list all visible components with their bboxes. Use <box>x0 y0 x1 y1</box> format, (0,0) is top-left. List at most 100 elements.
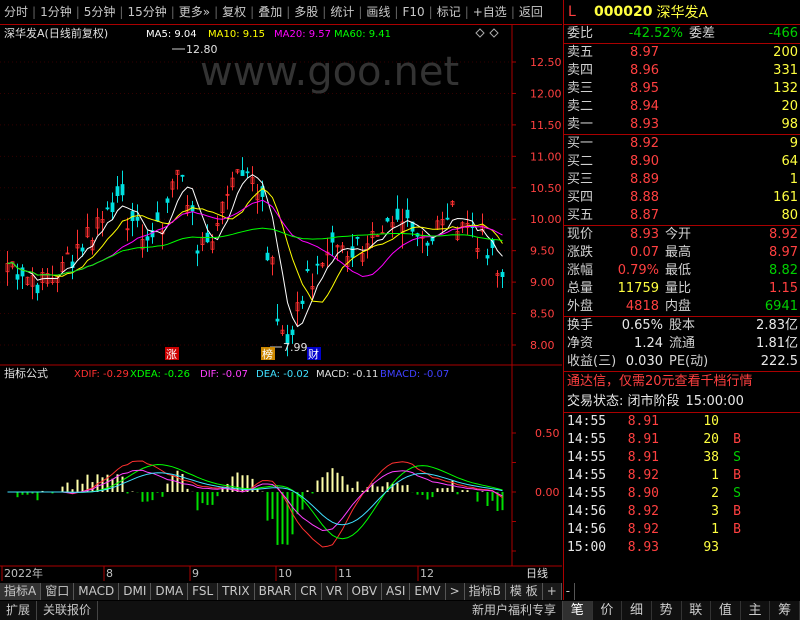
ad-banner[interactable]: 通达信，仅需20元查看千档行情 <box>564 372 800 392</box>
toolbar-item-2[interactable]: 5分钟 <box>80 0 120 24</box>
kline-chart-svg[interactable]: 12.50 12.00 11.50 11.00 10.50 10.00 9.50 9.00 8.… <box>0 25 562 583</box>
tick-price: 8.92 <box>627 504 659 519</box>
toolbar-item-10[interactable]: F10 <box>398 0 428 24</box>
date-label: 8 <box>106 567 113 580</box>
fin-value: 2.83亿 <box>756 318 798 333</box>
stat-label: 总量 <box>567 281 594 296</box>
tick-time: 14:55 <box>567 450 607 465</box>
weicha-value: -466 <box>768 26 798 41</box>
event-marker: 涨 <box>166 348 177 361</box>
sell-orders: 卖五 8.97 200 卖四 8.96 331 卖三 8.95 132 卖二 8.94 20 卖一 8.9… <box>564 44 800 135</box>
toolbar-item-4[interactable]: 更多» <box>175 0 214 24</box>
tick-row: 15:00 8.93 93 <box>564 539 800 557</box>
toolbar-item-5[interactable]: 复权 <box>218 0 250 24</box>
indicator-tab-2[interactable]: MACD <box>74 583 120 600</box>
chart-bg <box>0 25 562 566</box>
fin-label: 收益(三) <box>567 354 617 369</box>
nav-tab-5[interactable]: 值 <box>711 601 741 620</box>
indicator-tab-1[interactable]: 窗口 <box>41 583 75 600</box>
nav-tab-2[interactable]: 细 <box>622 601 652 620</box>
toolbar-item-7[interactable]: 多股 <box>290 0 322 24</box>
indicator-legend-label: MACD: -0.11 <box>316 369 378 380</box>
ad-text[interactable]: 通达信，仅需20元查看千档行情 <box>564 372 753 392</box>
candle-body <box>385 218 390 222</box>
candle-body <box>355 236 360 239</box>
indicator-tab-13[interactable]: > <box>446 583 465 600</box>
related-quote-button[interactable]: 关联报价 <box>37 601 99 620</box>
candle-body <box>275 318 280 322</box>
expand-button[interactable]: 扩展 <box>0 601 38 620</box>
candle-body <box>405 209 410 219</box>
kline-chart-area[interactable]: 12.50 12.00 11.50 11.00 10.50 10.00 9.50 9.00 8.… <box>0 25 562 581</box>
toolbar-item-13[interactable]: 返回 <box>515 0 547 24</box>
tick-row: 14:55 8.91 10 <box>564 413 800 431</box>
toolbar-item-12[interactable]: +自选 <box>469 0 511 24</box>
indicator-tab-8[interactable]: CR <box>296 583 322 600</box>
indicator-tab-11[interactable]: ASI <box>382 583 411 600</box>
indicator-tab-3[interactable]: DMI <box>119 583 152 600</box>
nav-tab-6[interactable]: 主 <box>741 601 771 620</box>
tick-time: 14:56 <box>567 504 607 519</box>
price-axis-label: 10.50 <box>530 182 562 195</box>
candle-body <box>445 217 450 220</box>
tick-volume: 3 <box>711 504 719 519</box>
stat-label: 量比 <box>665 281 692 296</box>
toolbar-item-9[interactable]: 画线 <box>362 0 394 24</box>
indicator-tab-12[interactable]: EMV <box>410 583 446 600</box>
fin-label: 流通 <box>669 336 696 351</box>
stat-label: 外盘 <box>567 299 594 314</box>
sell-price: 8.97 <box>630 45 659 60</box>
quote-header: L 000020 深华发A <box>564 0 800 25</box>
candle-body <box>155 212 160 222</box>
stat-label: 今开 <box>665 227 692 242</box>
tick-price: 8.90 <box>627 486 659 501</box>
indicator-tab-10[interactable]: OBV <box>348 583 383 600</box>
toolbar-item-3[interactable]: 15分钟 <box>123 0 170 24</box>
indicator-tab-14[interactable]: 指标B <box>465 583 506 600</box>
tick-row: 14:56 8.92 3 B <box>564 503 800 521</box>
nav-tab-4[interactable]: 联 <box>682 601 712 620</box>
sell-label: 卖三 <box>567 81 594 96</box>
tick-volume: 10 <box>703 414 719 429</box>
toolbar-item-6[interactable]: 叠加 <box>254 0 286 24</box>
indicator-tab-7[interactable]: BRAR <box>255 583 297 600</box>
ma-legend-label: MA10: 9.15 <box>208 29 265 40</box>
quote-nav-tabs: 笔价细势联值主筹 <box>563 601 800 620</box>
buy-label: 买一 <box>567 136 594 151</box>
toolbar-item-8[interactable]: 统计 <box>326 0 358 24</box>
candle-body <box>80 247 85 252</box>
tick-volume: 2 <box>711 486 719 501</box>
tick-price: 8.91 <box>627 432 659 447</box>
indicator-tab-15[interactable]: 模 板 <box>506 583 543 600</box>
price-axis-label: 11.50 <box>530 119 562 132</box>
buy-row: 买五 8.87 80 <box>564 207 800 225</box>
indicator-title: 指标公式 <box>4 366 48 380</box>
tick-time: 14:55 <box>567 468 607 483</box>
indicator-tab-0[interactable]: 指标A <box>0 583 42 600</box>
indicator-tab-16[interactable]: + <box>543 583 562 600</box>
nav-tab-0[interactable]: 笔 <box>563 601 593 620</box>
promo-link[interactable]: 新用户福利专享 <box>466 601 563 620</box>
indicator-tab-4[interactable]: DMA <box>151 583 189 600</box>
candle-body <box>145 236 150 241</box>
toolbar-item-11[interactable]: 标记 <box>433 0 465 24</box>
tick-row: 14:56 8.92 1 B <box>564 521 800 539</box>
nav-tab-1[interactable]: 价 <box>593 601 623 620</box>
tick-volume: 93 <box>703 540 719 555</box>
nav-tab-7[interactable]: 筹 <box>770 601 800 620</box>
stat-value: 6941 <box>764 299 798 314</box>
weibi-row: 委比 -42.52% 委差 -466 <box>564 25 800 44</box>
stat-value: 8.97 <box>769 245 798 260</box>
indicator-tab-9[interactable]: VR <box>322 583 348 600</box>
chart-title: 深华发A(日线前复权) <box>4 26 108 40</box>
nav-tab-3[interactable]: 势 <box>652 601 682 620</box>
candle-body <box>15 274 20 280</box>
candle-body <box>180 174 185 177</box>
weicha-label: 委差 <box>689 26 716 41</box>
indicator-tab-6[interactable]: TRIX <box>218 583 255 600</box>
tick-time: 14:55 <box>567 432 607 447</box>
candle-body <box>245 171 250 174</box>
toolbar-item-1[interactable]: 1分钟 <box>36 0 76 24</box>
indicator-tab-5[interactable]: FSL <box>188 583 219 600</box>
toolbar-item-0[interactable]: 分时 <box>0 0 32 24</box>
